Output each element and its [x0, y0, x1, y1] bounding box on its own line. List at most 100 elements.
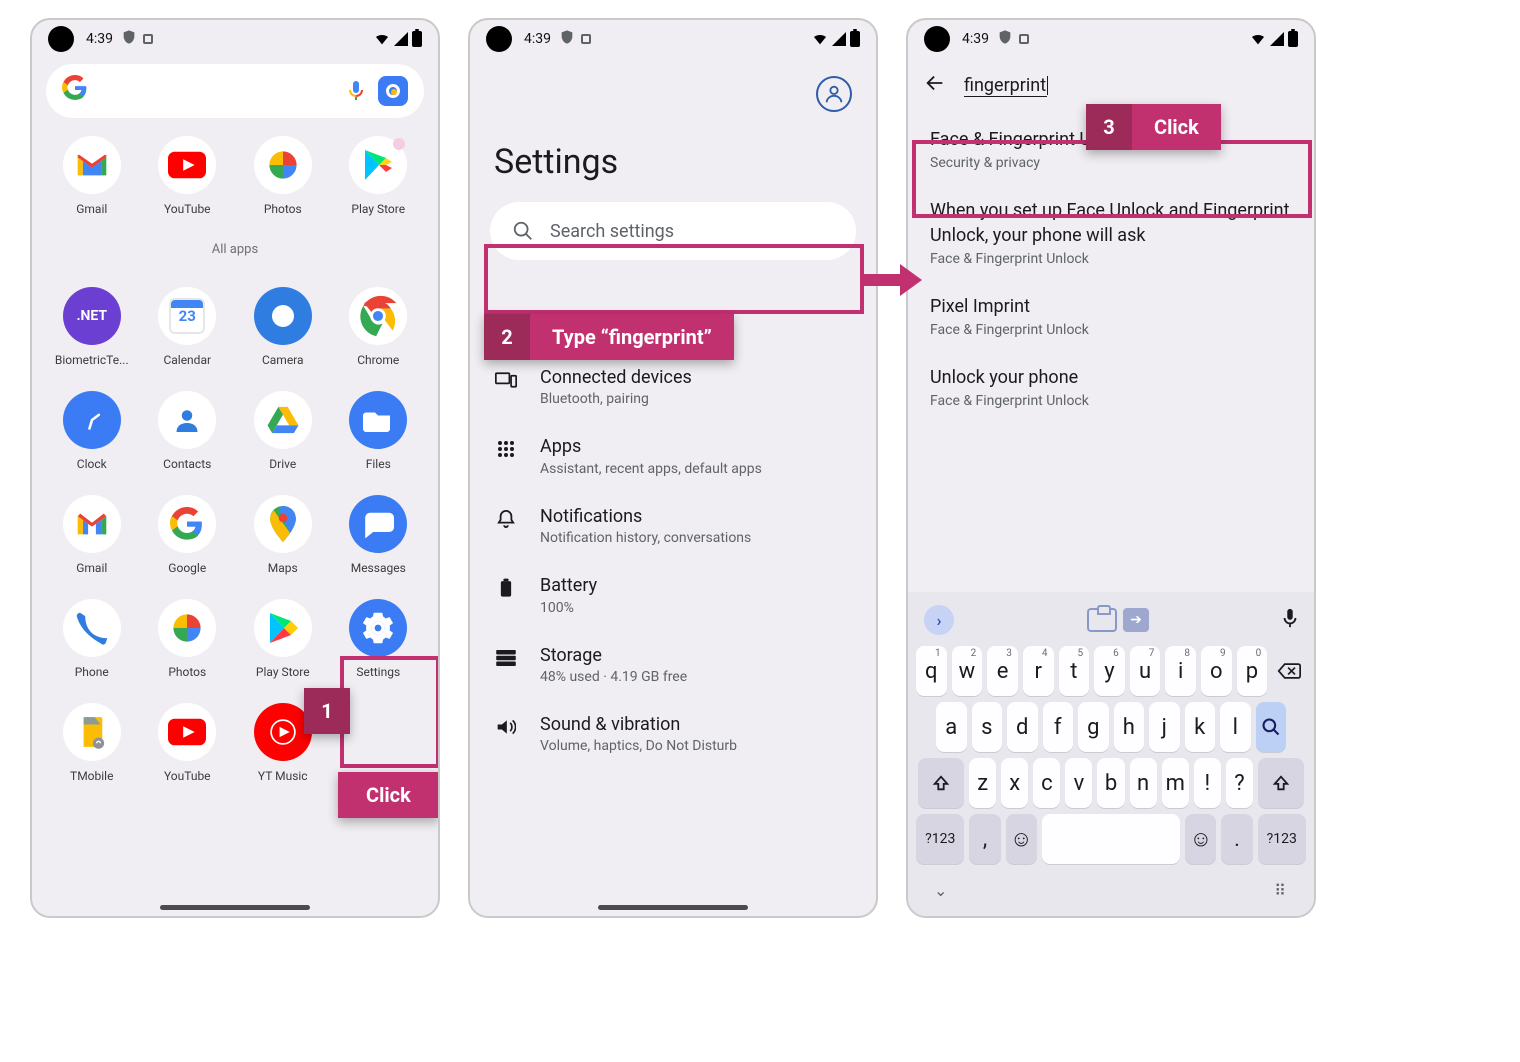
settings-item-connected[interactable]: Connected devicesBluetooth, pairing	[470, 352, 876, 421]
key-symbols-right[interactable]: ?123	[1258, 814, 1306, 864]
contacts-icon	[158, 391, 216, 449]
google-search-bar[interactable]	[46, 64, 424, 118]
key-x[interactable]: x	[1001, 758, 1028, 808]
kb-collapse-icon[interactable]: ⌄	[934, 881, 947, 900]
google-icon	[158, 495, 216, 553]
key-e[interactable]: e3	[987, 646, 1018, 696]
settings-item-battery[interactable]: Battery100%	[470, 560, 876, 629]
app-playstore-2[interactable]: Play Store	[237, 599, 329, 679]
settings-icon	[349, 599, 407, 657]
key-z[interactable]: z	[969, 758, 996, 808]
result-pixel-imprint[interactable]: Pixel Imprint Face & Fingerprint Unlock	[908, 281, 1314, 352]
nav-bar[interactable]	[160, 905, 310, 910]
app-maps[interactable]: Maps	[237, 495, 329, 575]
app-google[interactable]: Google	[142, 495, 234, 575]
key-y[interactable]: y6	[1094, 646, 1125, 696]
profile-avatar[interactable]	[816, 76, 852, 112]
wifi-icon	[812, 31, 828, 47]
mic-icon[interactable]	[344, 79, 368, 103]
apps-icon	[494, 437, 518, 461]
paste-go-icon[interactable]: ➔	[1123, 608, 1149, 632]
key-v[interactable]: v	[1065, 758, 1092, 808]
key-u[interactable]: u7	[1130, 646, 1161, 696]
key-shift[interactable]	[918, 758, 964, 808]
kb-handle-icon[interactable]: ⠿	[1274, 881, 1288, 900]
app-camera[interactable]: Camera	[237, 287, 329, 367]
settings-search-input[interactable]: Search settings	[490, 202, 856, 260]
clipboard-icon[interactable]	[1087, 608, 1117, 632]
key-emoji-2[interactable]: ☺	[1185, 814, 1216, 864]
settings-item-apps[interactable]: AppsAssistant, recent apps, default apps	[470, 421, 876, 490]
key-space[interactable]	[1042, 814, 1180, 864]
app-photos-2[interactable]: Photos	[142, 599, 234, 679]
key-r[interactable]: r4	[1023, 646, 1054, 696]
app-calendar[interactable]: 23Calendar	[142, 287, 234, 367]
phone-screen-home: 4:39 Gmail	[30, 18, 440, 918]
app-files[interactable]: Files	[333, 391, 425, 471]
clock-icon	[63, 391, 121, 449]
battery-icon	[412, 31, 422, 47]
key-j[interactable]: j	[1149, 702, 1180, 752]
playstore-icon	[254, 599, 312, 657]
key-a[interactable]: a	[936, 702, 967, 752]
app-drive[interactable]: Drive	[237, 391, 329, 471]
settings-item-notifications[interactable]: NotificationsNotification history, conve…	[470, 491, 876, 560]
key-comma[interactable]: ,	[969, 814, 1000, 864]
settings-item-storage[interactable]: Storage48% used · 4.19 GB free	[470, 630, 876, 699]
key-![interactable]: !	[1194, 758, 1221, 808]
key-period[interactable]: .	[1221, 814, 1252, 864]
key-o[interactable]: o9	[1201, 646, 1232, 696]
nav-bar[interactable]	[598, 905, 748, 910]
key-symbols[interactable]: ?123	[916, 814, 964, 864]
app-gmail[interactable]: Gmail	[46, 136, 138, 216]
key-s[interactable]: s	[972, 702, 1003, 752]
key-q[interactable]: q1	[916, 646, 947, 696]
app-clock[interactable]: Clock	[46, 391, 138, 471]
shield-icon	[997, 29, 1013, 49]
search-query[interactable]: fingerprint	[964, 75, 1047, 97]
key-emoji[interactable]: ☺	[1006, 814, 1037, 864]
shield-icon	[121, 29, 137, 49]
app-playstore[interactable]: Play Store	[333, 136, 425, 216]
key-n[interactable]: n	[1130, 758, 1157, 808]
app-photos[interactable]: Photos	[237, 136, 329, 216]
lens-icon[interactable]	[378, 76, 408, 106]
gmail-icon	[63, 495, 121, 553]
app-youtube[interactable]: YouTube	[142, 136, 234, 216]
app-biometrictest[interactable]: .NETBiometricTe...	[46, 287, 138, 367]
app-settings[interactable]: Settings	[333, 599, 425, 679]
key-k[interactable]: k	[1185, 702, 1216, 752]
key-g[interactable]: g	[1078, 702, 1109, 752]
app-phone[interactable]: Phone	[46, 599, 138, 679]
app-chrome[interactable]: Chrome	[333, 287, 425, 367]
key-shift-right[interactable]	[1258, 758, 1304, 808]
key-?[interactable]: ?	[1226, 758, 1253, 808]
settings-item-sound[interactable]: Sound & vibrationVolume, haptics, Do Not…	[470, 699, 876, 768]
mic-icon[interactable]	[1282, 608, 1298, 633]
result-unlock-phone[interactable]: Unlock your phone Face & Fingerprint Unl…	[908, 352, 1314, 423]
app-gmail-2[interactable]: Gmail	[46, 495, 138, 575]
key-search[interactable]	[1256, 702, 1287, 752]
key-c[interactable]: c	[1033, 758, 1060, 808]
key-backspace[interactable]	[1272, 646, 1306, 696]
app-contacts[interactable]: Contacts	[142, 391, 234, 471]
back-button[interactable]	[924, 72, 946, 100]
result-setup-info[interactable]: When you set up Face Unlock and Fingerpr…	[908, 185, 1314, 281]
key-h[interactable]: h	[1114, 702, 1145, 752]
key-i[interactable]: i8	[1165, 646, 1196, 696]
app-tmobile[interactable]: TMobile	[46, 703, 138, 783]
key-w[interactable]: w2	[952, 646, 983, 696]
key-l[interactable]: l	[1220, 702, 1251, 752]
key-t[interactable]: t5	[1059, 646, 1090, 696]
app-messages[interactable]: Messages	[333, 495, 425, 575]
google-g-icon	[62, 75, 88, 108]
app-youtube-2[interactable]: YouTube	[142, 703, 234, 783]
key-d[interactable]: d	[1007, 702, 1038, 752]
key-p[interactable]: p0	[1237, 646, 1268, 696]
battery-icon	[1288, 31, 1298, 47]
camera-cutout	[48, 26, 74, 52]
key-f[interactable]: f	[1043, 702, 1074, 752]
key-b[interactable]: b	[1097, 758, 1124, 808]
key-m[interactable]: m	[1162, 758, 1189, 808]
kb-expand-button[interactable]: ›	[924, 605, 954, 635]
